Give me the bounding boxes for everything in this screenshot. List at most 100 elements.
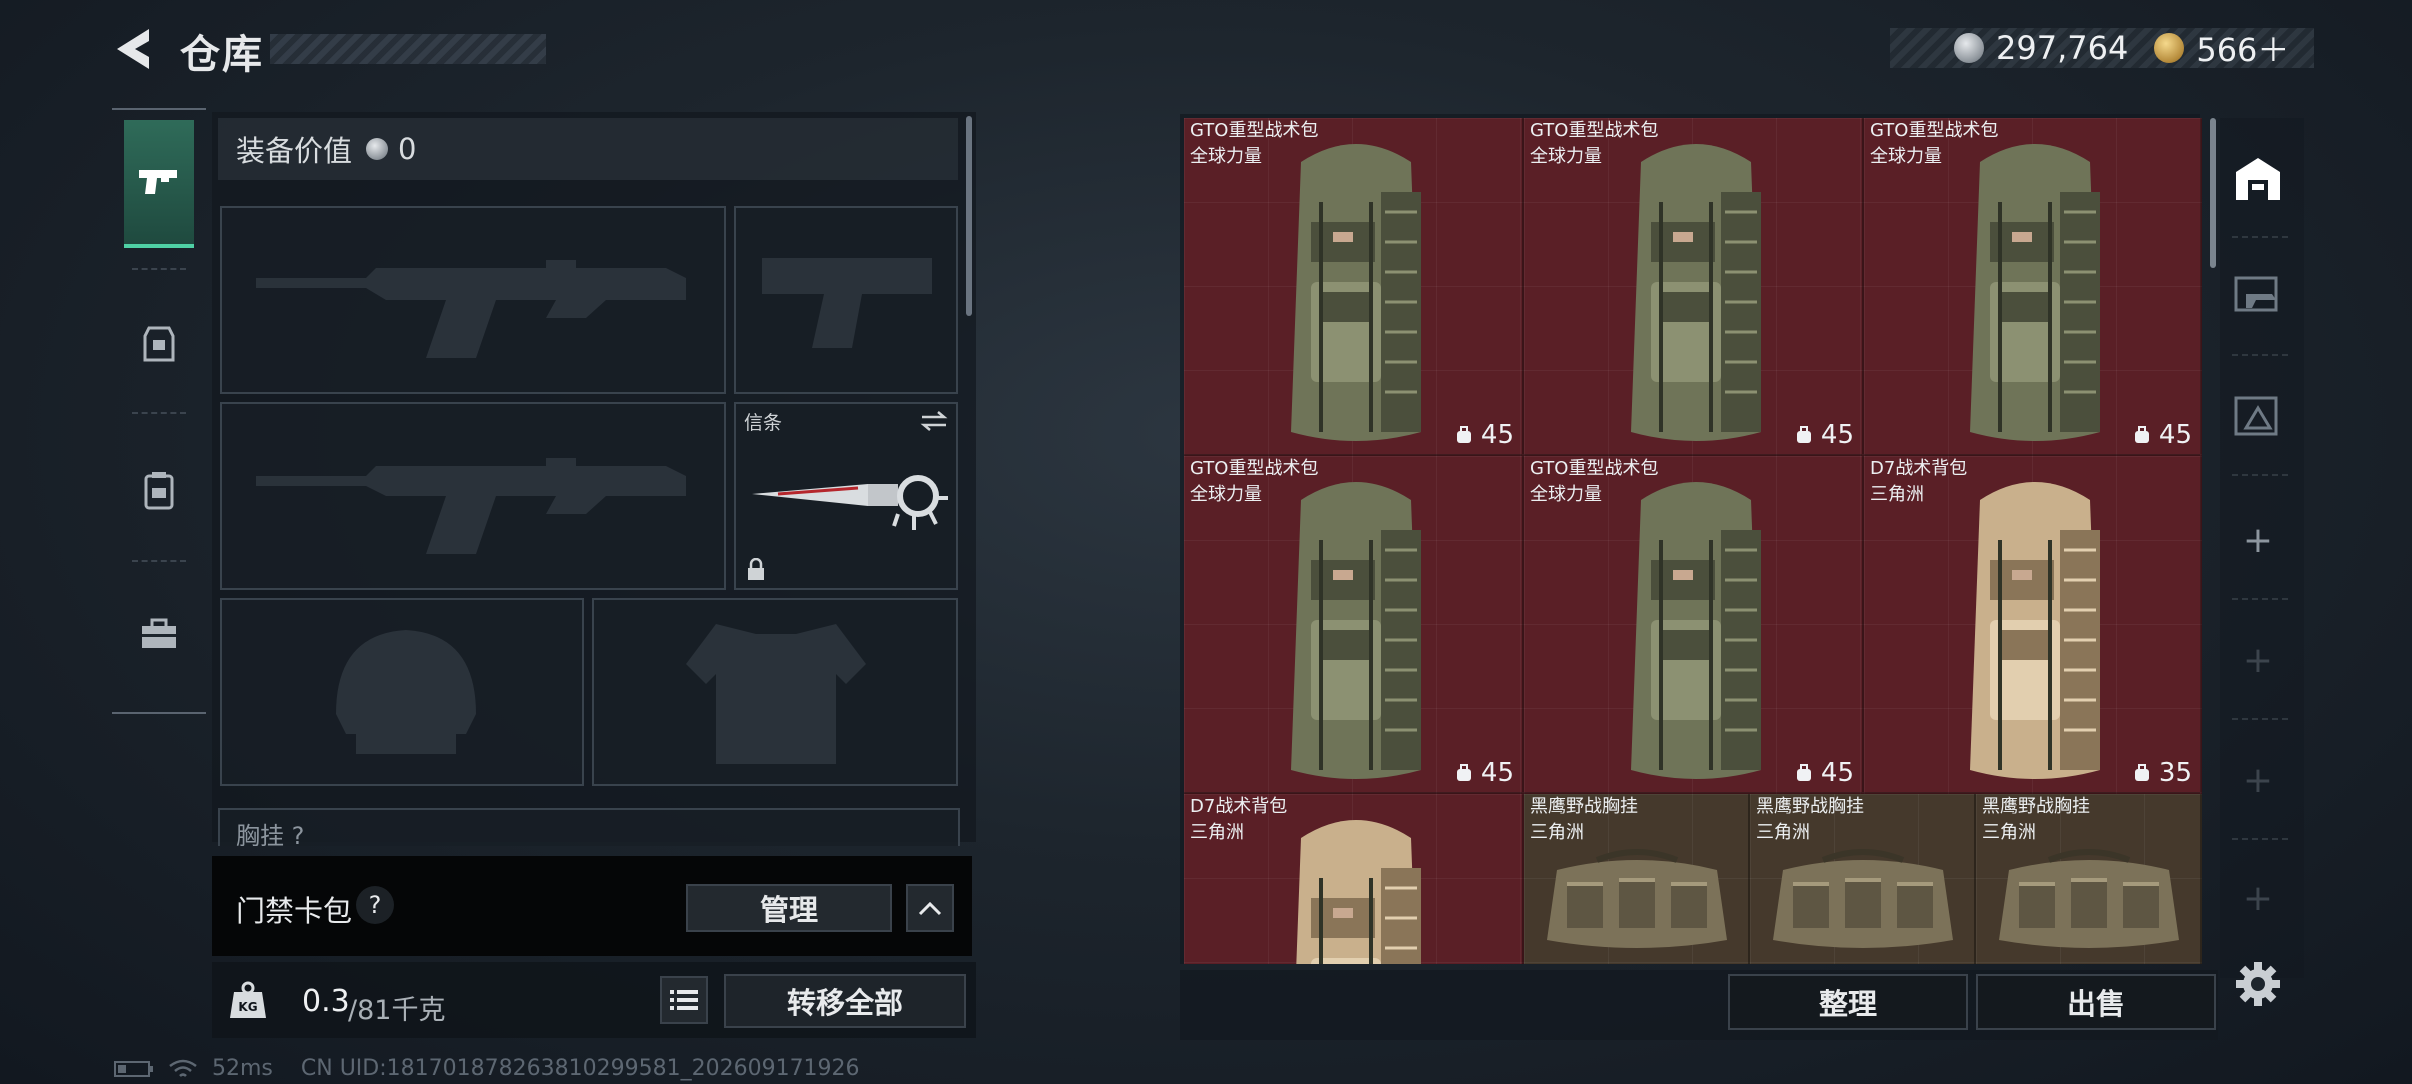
manage-button[interactable]: 管理 bbox=[686, 884, 892, 932]
sidearm-slot[interactable] bbox=[734, 206, 958, 394]
stash-item[interactable]: GTO重型战术包 全球力量 45 bbox=[1864, 118, 2202, 456]
weight-current: 0.3 bbox=[302, 984, 350, 1019]
plus-icon: + bbox=[2242, 759, 2274, 801]
nav-divider bbox=[132, 268, 186, 270]
help-icon[interactable]: ? bbox=[356, 886, 394, 924]
chest-rig-icon bbox=[1999, 849, 2179, 948]
melee-label: 信条 bbox=[744, 412, 783, 434]
nav-equipment[interactable] bbox=[124, 280, 194, 408]
item-name: GTO重型战术包 bbox=[1190, 120, 1319, 141]
settings-button[interactable] bbox=[2226, 952, 2290, 1016]
chest-rig-icon bbox=[1773, 849, 1953, 948]
loadout-category-nav bbox=[112, 108, 206, 714]
primary-weapon-slot[interactable] bbox=[220, 206, 726, 394]
item-capacity: 45 bbox=[1795, 420, 1854, 450]
tab-divider bbox=[2232, 474, 2288, 476]
rifle-silhouette-icon bbox=[256, 260, 686, 358]
capacity-bag-icon bbox=[1796, 426, 1811, 443]
stash-scrollbar[interactable] bbox=[2210, 118, 2216, 268]
page-title: 仓库 bbox=[180, 32, 264, 78]
sell-button[interactable]: 出售 bbox=[1976, 974, 2216, 1030]
tab-divider bbox=[2232, 598, 2288, 600]
gto-backpack-icon bbox=[1970, 144, 2100, 441]
item-name: D7战术背包 bbox=[1190, 796, 1288, 817]
toolbox-icon bbox=[142, 618, 176, 648]
rifle-silhouette-icon bbox=[256, 458, 686, 554]
nav-weapons[interactable] bbox=[124, 120, 194, 248]
item-name: GTO重型战术包 bbox=[1870, 120, 1999, 141]
status-line: 52ms CN UID:18170187826381029958​1_20260… bbox=[114, 1056, 888, 1081]
stash-item[interactable]: 黑鹰野战胸挂 三角洲 bbox=[1524, 794, 1750, 964]
add-storage-tab-button[interactable]: + bbox=[2226, 508, 2290, 572]
keycard-case-bar: 门禁卡包 ? 管理 bbox=[212, 856, 972, 956]
list-view-button[interactable] bbox=[660, 976, 708, 1024]
sort-button[interactable]: 整理 bbox=[1728, 974, 1968, 1030]
stash-item[interactable]: GTO重型战术包 全球力量 45 bbox=[1524, 456, 1864, 794]
swap-icon[interactable] bbox=[920, 410, 948, 432]
nav-divider bbox=[132, 560, 186, 562]
item-name: GTO重型战术包 bbox=[1530, 458, 1659, 479]
svg-text:KG: KG bbox=[238, 1000, 257, 1014]
knife-icon bbox=[752, 475, 948, 530]
silver-coin-icon bbox=[366, 138, 389, 160]
weight-bar: KG 0.3 /81千克 转移全部 bbox=[212, 962, 976, 1038]
stash-item[interactable]: 黑鹰野战胸挂 三角洲 bbox=[1750, 794, 1976, 964]
item-faction: 全球力量 bbox=[1190, 484, 1262, 505]
secondary-weapon-slot[interactable] bbox=[220, 402, 726, 590]
nav-case[interactable] bbox=[124, 570, 194, 698]
plus-icon: + bbox=[2242, 639, 2274, 681]
helmet-slot[interactable] bbox=[220, 598, 584, 786]
gear-storage-icon bbox=[2234, 396, 2278, 436]
item-faction: 全球力量 bbox=[1870, 146, 1942, 167]
collapse-button[interactable] bbox=[906, 884, 954, 932]
gto-backpack-icon bbox=[1631, 144, 1761, 441]
transfer-all-button[interactable]: 转移全部 bbox=[724, 974, 966, 1028]
backpack-icon bbox=[144, 472, 174, 510]
melee-slot[interactable]: 信条 bbox=[734, 402, 958, 590]
gold-coin-icon[interactable] bbox=[2154, 33, 2185, 63]
item-name: 黑鹰野战胸挂 bbox=[1982, 796, 2090, 817]
back-arrow-icon bbox=[117, 29, 149, 69]
gto-backpack-icon bbox=[1291, 482, 1421, 779]
tab-gear-storage[interactable] bbox=[2226, 386, 2290, 450]
item-name: 黑鹰野战胸挂 bbox=[1530, 796, 1638, 817]
equipment-value-label: 装备价值 bbox=[236, 134, 353, 168]
tab-divider bbox=[2232, 354, 2288, 356]
back-button[interactable] bbox=[108, 24, 158, 74]
tab-main-stash[interactable] bbox=[2226, 146, 2290, 210]
stash-item[interactable]: GTO重型战术包 全球力量 45 bbox=[1184, 118, 1524, 456]
nav-backpack[interactable] bbox=[124, 426, 194, 554]
helmet-silhouette-icon bbox=[336, 630, 476, 754]
keycard-case-label: 门禁卡包 bbox=[236, 894, 353, 928]
plus-icon: + bbox=[2242, 877, 2274, 919]
stash-item[interactable]: D7战术背包 三角洲 bbox=[1184, 794, 1524, 964]
tab-weapon-storage[interactable] bbox=[2226, 264, 2290, 328]
silver-amount: 297,764 bbox=[1996, 29, 2129, 67]
chevron-up-icon bbox=[918, 901, 942, 916]
stash-item[interactable]: GTO重型战术包 全球力量 45 bbox=[1184, 456, 1524, 794]
gold-amount[interactable]: 566＋ bbox=[2196, 25, 2289, 71]
stash-item[interactable]: D7战术背包 三角洲 35 bbox=[1864, 456, 2202, 794]
gear-icon bbox=[2236, 962, 2280, 1006]
chest-rig-icon bbox=[1547, 849, 1727, 948]
item-faction: 三角洲 bbox=[1870, 484, 1924, 505]
body-armor-slot[interactable] bbox=[592, 598, 958, 786]
item-capacity: 45 bbox=[1455, 758, 1514, 788]
item-capacity: 45 bbox=[1795, 758, 1854, 788]
stash-item[interactable]: 黑鹰野战胸挂 三角洲 bbox=[1976, 794, 2202, 964]
lock-icon bbox=[748, 558, 764, 580]
item-capacity: 45 bbox=[2133, 420, 2192, 450]
item-name: GTO重型战术包 bbox=[1190, 458, 1319, 479]
loadout-scrollbar[interactable] bbox=[966, 116, 972, 316]
capacity-bag-icon bbox=[1456, 426, 1471, 443]
chest-rig-slot-header[interactable]: 胸挂 ? bbox=[218, 808, 960, 846]
wifi-icon bbox=[169, 1059, 197, 1077]
tab-divider bbox=[2232, 838, 2288, 840]
locked-storage-tab: + bbox=[2226, 866, 2290, 930]
capacity-bag-icon bbox=[2134, 764, 2149, 781]
equipment-value-row: 装备价值 0 bbox=[218, 118, 958, 180]
capacity-bag-icon bbox=[2134, 426, 2149, 443]
item-capacity-value: 35 bbox=[2158, 758, 2192, 788]
stash-item[interactable]: GTO重型战术包 全球力量 45 bbox=[1524, 118, 1864, 456]
weight-max: /81千克 bbox=[348, 995, 446, 1026]
